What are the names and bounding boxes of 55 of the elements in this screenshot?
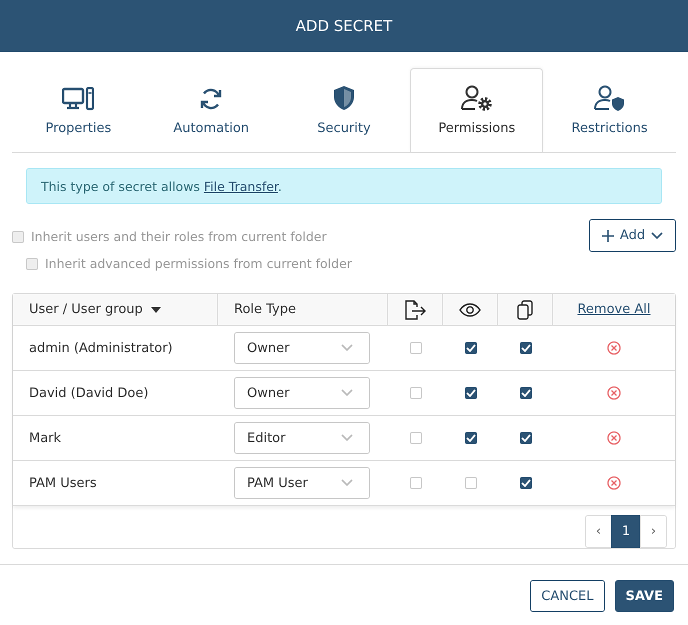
sync-icon [199, 87, 224, 111]
role-dropdown[interactable]: Owner [234, 332, 370, 364]
column-header[interactable]: User / User group [13, 294, 218, 326]
column-header[interactable]: Remove All [553, 294, 675, 326]
tab[interactable]: Restrictions [543, 68, 676, 152]
remove-icon[interactable] [607, 341, 621, 355]
checkbox[interactable] [464, 342, 476, 354]
chevron-down-icon [341, 344, 353, 352]
sort-caret-icon [150, 306, 161, 312]
checkbox-label: Inherit users and their roles from current folder [31, 229, 327, 244]
checkbox[interactable] [520, 387, 532, 399]
role-dropdown[interactable]: Owner [234, 377, 370, 409]
eye-icon [459, 302, 481, 316]
computer-icon [62, 87, 94, 111]
chevron-down-icon [341, 389, 353, 397]
column-label: Role Type [234, 302, 296, 317]
chevron-down-icon [651, 232, 664, 240]
table-cell: David (David Doe) [13, 371, 218, 416]
chevron-down-icon [341, 479, 353, 487]
user-shield-icon [594, 85, 626, 111]
tab[interactable]: Permissions [410, 68, 544, 152]
remove-icon[interactable] [607, 431, 621, 445]
checkbox[interactable] [464, 432, 476, 444]
table-cell: admin (Administrator) [13, 326, 218, 371]
tab[interactable]: Properties [12, 68, 145, 152]
checkbox[interactable] [520, 432, 532, 444]
column-label[interactable]: User / User group [29, 302, 143, 317]
alert-text: This type of secret allows File Transfer. [41, 178, 282, 194]
tab[interactable]: Security [278, 68, 410, 152]
next-page-button[interactable]: › [640, 515, 667, 548]
plus-icon [602, 230, 614, 242]
checkbox[interactable] [520, 477, 532, 489]
remove-icon[interactable] [607, 386, 621, 400]
previous-page-button[interactable]: ‹ [585, 515, 612, 548]
user-gear-icon [460, 85, 493, 111]
page-button[interactable]: 1 [611, 515, 641, 548]
tab[interactable]: Automation [144, 68, 278, 152]
copy-icon [517, 300, 533, 320]
chevron-down-icon [341, 434, 353, 442]
checkbox[interactable] [520, 342, 532, 354]
checkbox[interactable] [464, 387, 476, 399]
table-cell: Mark [13, 416, 218, 461]
remove-all-link[interactable]: Remove All [577, 302, 650, 317]
save-button[interactable]: SAVE [614, 580, 674, 612]
file-transfer-link[interactable]: File Transfer [204, 178, 278, 194]
remove-icon[interactable] [607, 476, 621, 490]
role-dropdown[interactable]: Editor [234, 422, 370, 454]
window-title: ADD SECRET [296, 17, 392, 35]
shield-icon [332, 85, 355, 111]
role-dropdown[interactable]: PAM User [234, 467, 370, 499]
file-export-icon [404, 300, 426, 320]
checkbox-label: Inherit advanced permissions from current folder [45, 256, 352, 271]
add-button[interactable]: Add [589, 219, 676, 252]
table-cell: PAM Users [13, 461, 218, 506]
cancel-button[interactable]: CANCEL [530, 580, 605, 612]
